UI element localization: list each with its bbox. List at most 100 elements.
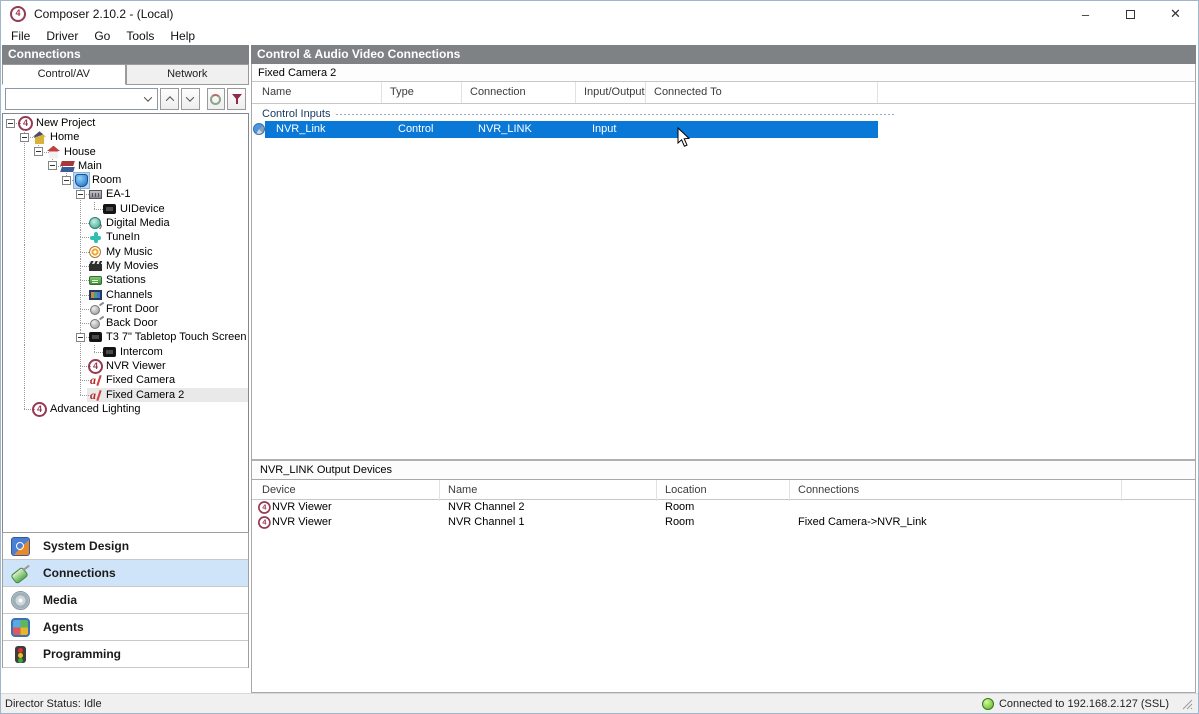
connection-status-icon [981, 697, 994, 710]
connections-main-panel: Control & Audio Video Connections Fixed … [251, 45, 1196, 693]
tree-item-label: Fixed Camera [106, 374, 176, 387]
tree-expand-toggle[interactable] [6, 118, 15, 128]
minimize-button[interactable]: – [1063, 1, 1108, 27]
tree-item-fixed-camera-2[interactable]: Fixed Camera 2 [3, 387, 248, 403]
tree-item-my-movies[interactable]: My Movies [3, 258, 248, 274]
resize-grip-icon[interactable] [1181, 698, 1193, 710]
tree-item-label: Home [50, 131, 80, 144]
tree-expand-toggle[interactable] [34, 147, 43, 157]
maximize-icon [1126, 9, 1135, 19]
my-music-icon [88, 245, 103, 260]
sidebar-header: Connections [2, 45, 249, 64]
tree-item-fixed-camera[interactable]: Fixed Camera [3, 373, 248, 388]
tree-item-stations[interactable]: Stations [3, 273, 248, 288]
find-next-button[interactable] [180, 88, 200, 110]
cell-location: Room [665, 501, 695, 513]
refresh-icon [210, 93, 222, 105]
maximize-button[interactable] [1108, 1, 1153, 27]
column-header-input-output[interactable]: Input/Output [576, 82, 646, 103]
tree-expand-toggle[interactable] [62, 175, 71, 185]
channels-icon [88, 288, 103, 303]
tree-item-room[interactable]: Room [3, 172, 248, 190]
connection-row-nvr_link[interactable]: NVR_Link Control NVR_LINK Input [253, 121, 878, 138]
search-combobox[interactable] [5, 88, 159, 110]
cell-device: NVR Viewer [272, 501, 332, 513]
project-tree-panel: New Project HomeHouseMain RoomEA-1UIDevice… [2, 113, 249, 570]
filter-button[interactable] [227, 88, 246, 110]
tree-item-uidevice[interactable]: UIDevice [3, 201, 248, 217]
tree-item-tunein[interactable]: TuneIn [3, 230, 248, 245]
menu-item-tools[interactable]: Tools [118, 27, 162, 45]
tree-item-nvr-viewer[interactable]: NVR Viewer [3, 359, 248, 375]
tree-item-label: UIDevice [120, 202, 165, 215]
tree-expand-toggle[interactable] [76, 189, 85, 199]
tree-item-main[interactable]: Main [3, 158, 248, 174]
touchscreen-icon [102, 202, 117, 217]
refresh-button[interactable] [206, 88, 226, 110]
find-previous-button[interactable] [160, 88, 179, 110]
cell-name: NVR Channel 2 [448, 501, 525, 513]
tree-item-t3-7-tabletop-touch-screen[interactable]: T3 7" Tabletop Touch Screen [3, 330, 248, 345]
nav-item-connections[interactable]: Connections [3, 560, 248, 587]
c4-icon [88, 359, 103, 375]
tree-item-label: Main [78, 159, 102, 172]
output-column-header-connections[interactable]: Connections [790, 480, 1122, 501]
tree-item-digital-media[interactable]: Digital Media [3, 216, 248, 231]
tree-item-home[interactable]: Home [3, 130, 248, 145]
nav-item-agents[interactable]: Agents [3, 614, 248, 641]
menu-item-go[interactable]: Go [86, 27, 118, 45]
tree-item-label: T3 7" Tabletop Touch Screen [106, 331, 247, 344]
output-column-header-name[interactable]: Name [440, 480, 657, 501]
menu-item-help[interactable]: Help [162, 27, 203, 45]
nav-item-programming[interactable]: Programming [3, 641, 248, 668]
controller-icon [88, 187, 103, 202]
digital-media-icon [88, 216, 103, 231]
tab-network[interactable]: Network [125, 64, 249, 84]
column-header-connected-to[interactable]: Connected To [646, 82, 878, 103]
app-logo-icon [10, 6, 26, 22]
chevron-down-icon [186, 93, 195, 102]
output-device-row-1[interactable]: NVR Viewer NVR Channel 2 Room [252, 500, 1195, 515]
tree-item-intercom[interactable]: Intercom [3, 344, 248, 360]
menu-item-file[interactable]: File [3, 27, 38, 45]
tree-expand-toggle[interactable] [48, 161, 57, 171]
tree-item-my-music[interactable]: My Music [3, 244, 248, 260]
tab-control-av[interactable]: Control/AV [2, 64, 126, 85]
output-devices-panel: NVR_LINK Output Devices Device Name Locati… [252, 459, 1195, 692]
cell-connection: NVR_LINK [478, 123, 532, 135]
output-device-row-2[interactable]: NVR Viewer NVR Channel 1 Room Fixed Camera-… [252, 515, 1195, 530]
cell-location: Room [665, 516, 695, 528]
tree-item-back-door[interactable]: Back Door [3, 316, 248, 331]
tree-item-ea-1[interactable]: EA-1 [3, 187, 248, 202]
output-column-header-device[interactable]: Device [254, 480, 440, 501]
nav-item-system-design[interactable]: System Design [3, 533, 248, 560]
view-nav: System Design Connections Media Agents Progr… [2, 532, 249, 668]
menu-item-driver[interactable]: Driver [38, 27, 86, 45]
nav-item-media[interactable]: Media [3, 587, 248, 614]
tree-item-front-door[interactable]: Front Door [3, 301, 248, 317]
floor-icon [60, 159, 75, 174]
tree-item-label: My Music [106, 245, 153, 258]
tree-expand-toggle[interactable] [76, 332, 85, 342]
group-divider [336, 113, 895, 115]
tree-item-channels[interactable]: Channels [3, 287, 248, 303]
tree-item-advanced-lighting[interactable]: Advanced Lighting [3, 401, 248, 417]
tree-item-house[interactable]: House [3, 144, 248, 159]
tree-item-label: NVR Viewer [106, 360, 166, 373]
door-icon [88, 316, 103, 331]
connections-table-header: Name Type Connection Input/Output Connected … [252, 82, 1195, 104]
tree-item-label: Advanced Lighting [50, 402, 141, 415]
camera-icon [88, 388, 103, 403]
column-header-connection[interactable]: Connection [462, 82, 576, 103]
c4-icon [32, 401, 47, 417]
tree-item-new-project[interactable]: New Project [3, 116, 248, 131]
column-header-name[interactable]: Name [254, 82, 382, 103]
tree-expand-toggle[interactable] [20, 132, 29, 142]
combo-dropdown-icon[interactable] [141, 92, 155, 106]
column-header-type[interactable]: Type [382, 82, 462, 103]
output-column-header-location[interactable]: Location [657, 480, 790, 501]
tree-item-label: Back Door [106, 317, 158, 330]
output-table-header: Device Name Location Connections [252, 480, 1195, 501]
close-button[interactable]: ✕ [1153, 1, 1198, 27]
filter-toolbar [2, 85, 249, 113]
